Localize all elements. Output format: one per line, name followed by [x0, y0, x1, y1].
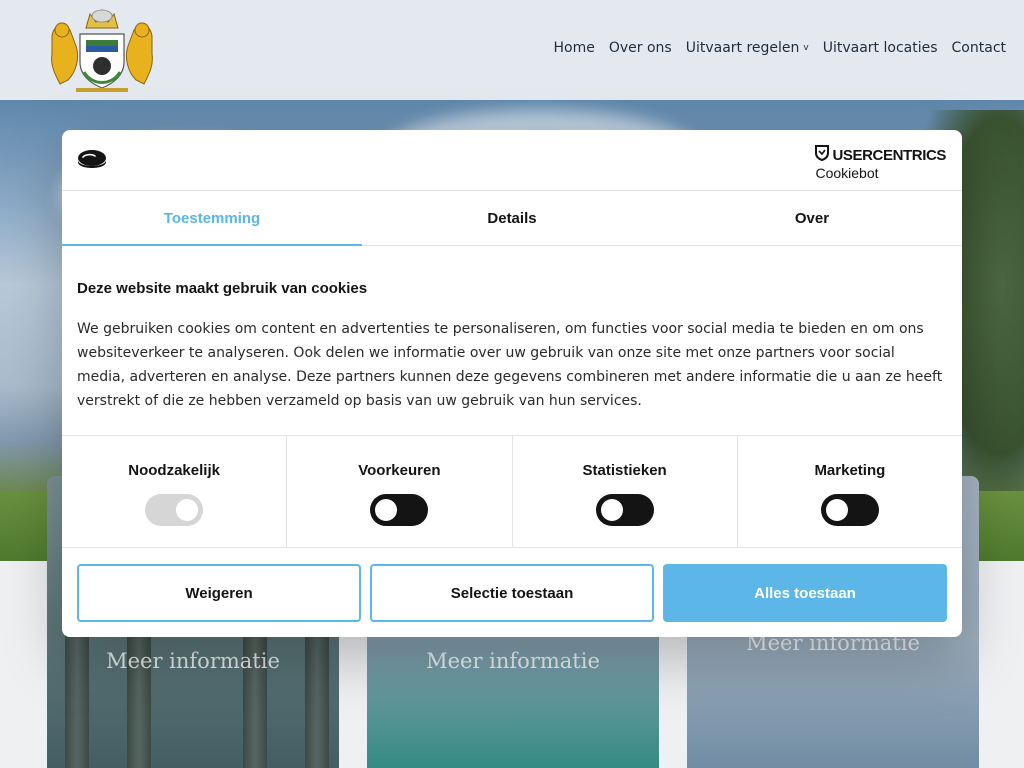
consent-content: Deze website maakt gebruik van cookies W…	[77, 280, 947, 413]
brand-name: USERCENTRICS	[832, 146, 946, 164]
consent-body: We gebruiken cookies om content en adver…	[77, 321, 943, 409]
tab-details[interactable]: Details	[362, 191, 662, 245]
nav-over-ons-label: Over ons	[608, 40, 672, 56]
site-header: Home Over ons Uitvaart regelen v Uitvaart…	[0, 0, 1024, 100]
toggle-group-marketing: Marketing	[738, 436, 962, 547]
consent-toggles: Noodzakelijk Voorkeuren Statistieken Mar…	[62, 435, 962, 548]
toggle-group-voorkeuren: Voorkeuren	[287, 436, 513, 547]
nav-uitvaart-regelen[interactable]: Uitvaart regelen v	[686, 40, 809, 56]
coat-of-arms-logo[interactable]	[46, 6, 158, 94]
toggle-group-noodzakelijk: Noodzakelijk	[62, 436, 288, 547]
dialog-header: USERCENTRICS Cookiebot	[62, 130, 962, 191]
toggle-label: Noodzakelijk	[128, 462, 220, 479]
nav-home-label: Home	[553, 40, 595, 56]
tab-toestemming[interactable]: Toestemming	[62, 191, 362, 246]
nav-contact[interactable]: Contact	[952, 40, 1006, 56]
nav-contact-label: Contact	[951, 40, 1006, 56]
dialog-tabs: Toestemming Details Over	[62, 191, 962, 246]
consent-heading: Deze website maakt gebruik van cookies	[77, 280, 368, 297]
nav-uitvaart-regelen-label: Uitvaart regelen	[685, 40, 800, 56]
cookie-consent-dialog: USERCENTRICS Cookiebot Toestemming Detai…	[62, 130, 962, 637]
brand-sub: Cookiebot	[815, 165, 879, 181]
nav-over-ons[interactable]: Over ons	[609, 40, 672, 56]
voorkeuren-toggle[interactable]	[370, 494, 429, 526]
nav-uitvaart-locaties[interactable]: Uitvaart locaties	[823, 40, 938, 56]
main-nav: Home Over ons Uitvaart regelen v Uitvaart…	[554, 40, 1007, 56]
shield-icon	[815, 145, 830, 165]
nav-home[interactable]: Home	[554, 40, 595, 56]
marketing-toggle[interactable]	[820, 494, 879, 526]
cookie-icon	[76, 148, 108, 172]
card-more-info-link[interactable]: Meer informatie	[367, 649, 659, 673]
card-more-info-link[interactable]: Meer informatie	[47, 649, 339, 673]
statistieken-toggle[interactable]	[595, 494, 654, 526]
toggle-group-statistieken: Statistieken	[513, 436, 738, 547]
consent-buttons: Weigeren Selectie toestaan Alles toestaa…	[77, 564, 947, 622]
toggle-label: Voorkeuren	[358, 462, 441, 479]
allow-all-button[interactable]: Alles toestaan	[663, 564, 947, 622]
decline-button[interactable]: Weigeren	[77, 564, 361, 622]
chevron-down-icon: v	[803, 43, 809, 53]
nav-uitvaart-locaties-label: Uitvaart locaties	[822, 40, 938, 56]
toggle-label: Statistieken	[582, 462, 667, 479]
tab-over[interactable]: Over	[662, 191, 962, 245]
allow-selection-button[interactable]: Selectie toestaan	[370, 564, 654, 622]
toggle-label: Marketing	[814, 462, 886, 479]
usercentrics-brand[interactable]: USERCENTRICS Cookiebot	[815, 145, 946, 181]
noodzakelijk-toggle	[145, 494, 204, 526]
